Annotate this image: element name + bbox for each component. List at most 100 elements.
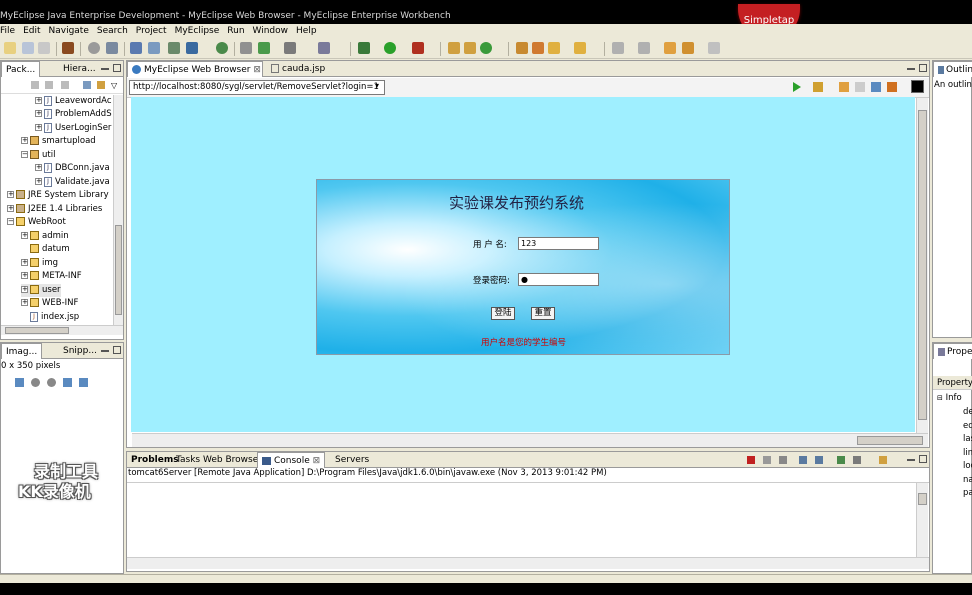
search-icon[interactable] — [548, 42, 560, 54]
password-input[interactable]: ● — [518, 273, 599, 286]
menu-project[interactable]: Project — [132, 24, 171, 39]
tree-item[interactable]: + J UserLoginSer — [35, 122, 111, 135]
tab-outline[interactable]: Outline — [933, 61, 972, 77]
new-interface-icon[interactable] — [464, 42, 476, 54]
up-icon[interactable] — [61, 81, 69, 89]
vertical-scrollbar[interactable] — [113, 95, 123, 325]
reset-button[interactable]: 重置 — [531, 307, 555, 320]
maximize-icon[interactable] — [113, 346, 121, 354]
tree-item[interactable]: + J DBConn.java — [35, 162, 110, 175]
browser-forward-icon[interactable] — [855, 82, 865, 92]
property-row[interactable]: loc — [963, 460, 972, 474]
tree-item[interactable]: + J2EE 1.4 Libraries — [7, 203, 102, 216]
menu-window[interactable]: Window — [249, 24, 293, 39]
console-vertical-scrollbar[interactable] — [916, 483, 928, 557]
tab-web-browser[interactable]: MyEclipse Web Browser ⊠ — [127, 61, 263, 77]
next-annotation-icon[interactable] — [612, 42, 624, 54]
last-edit-icon[interactable] — [664, 42, 676, 54]
browser-refresh-icon[interactable] — [887, 82, 897, 92]
scrollbar-thumb[interactable] — [5, 327, 69, 334]
login-button[interactable]: 登陆 — [491, 307, 515, 320]
print-icon[interactable] — [38, 42, 50, 54]
tree-item[interactable]: + JRE System Library — [7, 189, 109, 202]
gear-icon[interactable] — [88, 42, 100, 54]
tree-item[interactable]: + smartupload — [21, 135, 96, 148]
tab-hierarchy[interactable]: Hiera... — [59, 61, 100, 77]
debug-icon[interactable] — [358, 42, 370, 54]
favorites-icon[interactable] — [813, 82, 823, 92]
minimize-icon[interactable] — [907, 459, 915, 461]
fullscreen-icon[interactable] — [79, 378, 88, 387]
zoom-out-icon[interactable] — [31, 378, 40, 387]
maximize-icon[interactable] — [113, 64, 121, 72]
tab-snippets[interactable]: Snipp... — [59, 343, 101, 359]
tree-item[interactable]: + J ProblemAddS — [35, 108, 112, 121]
browser-horizontal-scrollbar[interactable] — [132, 433, 928, 447]
property-row[interactable]: na — [963, 474, 972, 488]
maximize-icon[interactable] — [919, 64, 927, 72]
menu-help[interactable]: Help — [292, 24, 321, 39]
property-row[interactable]: ed — [963, 420, 972, 434]
tab-console[interactable]: Console ⊠ — [257, 452, 326, 468]
actual-size-icon[interactable] — [63, 378, 72, 387]
browser-back-icon[interactable] — [839, 82, 849, 92]
package-icon[interactable] — [62, 42, 74, 54]
tree-item[interactable]: + META-INF — [21, 270, 82, 283]
browser-icon[interactable] — [186, 42, 198, 54]
open-resource-icon[interactable] — [532, 42, 544, 54]
menu-search[interactable]: Search — [93, 24, 132, 39]
minimize-icon[interactable] — [907, 68, 915, 70]
url-input[interactable]: http://localhost:8080/sygl/servlet/Remov… — [129, 80, 385, 95]
browser-stop-icon[interactable] — [871, 82, 881, 92]
forward-icon[interactable] — [708, 42, 720, 54]
tab-web-browser-bottom[interactable]: Web Browser — [199, 452, 266, 468]
minimize-icon[interactable] — [101, 68, 109, 70]
new-icon[interactable] — [4, 42, 16, 54]
pin-console-icon[interactable] — [837, 456, 845, 464]
display-console-icon[interactable] — [853, 456, 861, 464]
save-icon[interactable] — [22, 42, 34, 54]
property-row[interactable]: de — [963, 406, 972, 420]
menu-file[interactable]: File — [0, 24, 19, 39]
server-icon[interactable] — [106, 42, 118, 54]
run-icon[interactable] — [384, 42, 396, 54]
tab-properties[interactable]: Prope — [933, 343, 972, 359]
clear-console-icon[interactable] — [815, 456, 823, 464]
open-console-icon[interactable] — [879, 456, 887, 464]
deploy-icon[interactable] — [130, 42, 142, 54]
prev-annotation-icon[interactable] — [638, 42, 650, 54]
tree-item[interactable]: − util — [21, 149, 55, 162]
tab-image[interactable]: Imag... — [1, 343, 43, 359]
zoom-in-icon[interactable] — [47, 378, 56, 387]
tree-item[interactable]: + J LeavewordAc — [35, 95, 112, 108]
tree-item[interactable]: Jindex.jsp — [30, 311, 79, 324]
tab-servers[interactable]: Servers — [331, 452, 373, 468]
tree-item[interactable]: − WebRoot — [7, 216, 66, 229]
globe-icon[interactable] — [216, 42, 228, 54]
tree-item[interactable]: + J Validate.java — [35, 176, 110, 189]
menu-navigate[interactable]: Navigate — [45, 24, 93, 39]
minimize-icon[interactable] — [101, 350, 109, 352]
back-icon[interactable] — [682, 42, 694, 54]
settings-icon[interactable] — [318, 42, 330, 54]
go-icon[interactable] — [793, 82, 801, 92]
property-row[interactable]: lin — [963, 447, 972, 461]
terminate-icon[interactable] — [747, 456, 755, 464]
scrollbar-thumb[interactable] — [115, 225, 122, 315]
forward-icon[interactable] — [45, 81, 53, 89]
new-class-icon[interactable] — [448, 42, 460, 54]
back-icon[interactable] — [31, 81, 39, 89]
build-icon[interactable] — [240, 42, 252, 54]
open-type-icon[interactable] — [516, 42, 528, 54]
property-row[interactable]: las — [963, 433, 972, 447]
maximize-icon[interactable] — [919, 455, 927, 463]
menu-myeclipse[interactable]: MyEclipse — [171, 24, 224, 39]
view-menu-icon[interactable]: ▽ — [111, 81, 117, 90]
username-input[interactable]: 123 — [518, 237, 599, 250]
scrollbar-thumb[interactable] — [857, 436, 923, 445]
collapse-all-icon[interactable] — [83, 81, 91, 89]
remove-launch-icon[interactable] — [763, 456, 771, 464]
scroll-lock-icon[interactable] — [799, 456, 807, 464]
console-horizontal-scrollbar[interactable] — [127, 557, 929, 569]
db-icon[interactable] — [258, 42, 270, 54]
